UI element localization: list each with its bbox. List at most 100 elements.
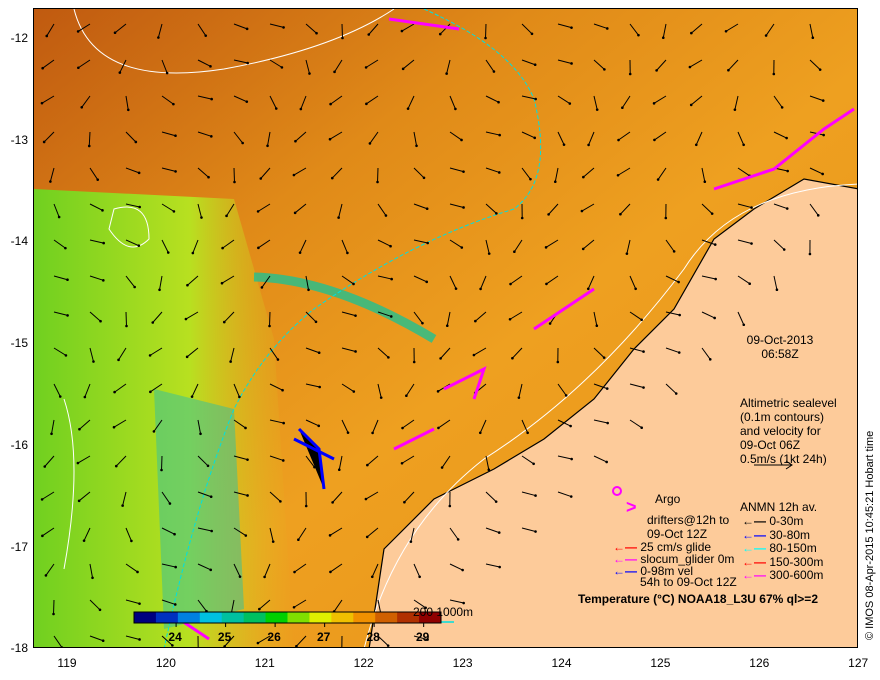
arrow-head: [87, 144, 91, 148]
arrow-head: [405, 394, 408, 398]
arrow-head: [293, 570, 296, 574]
arrow-head: [43, 465, 47, 468]
colorbar-segment: [265, 612, 288, 623]
arrow-head: [425, 280, 429, 284]
arrow-head: [570, 457, 573, 461]
arrow-head: [279, 500, 282, 503]
altimetry-note: Altimetric sealevel (0.1m contours) and ve…: [740, 396, 837, 466]
arrow-head: [191, 251, 195, 255]
arrow-head: [268, 324, 271, 328]
arrow-head: [50, 432, 53, 436]
arrow-head: [462, 170, 465, 173]
arrow-head: [462, 601, 465, 605]
arrow-head: [694, 143, 698, 147]
arrow-head: [568, 102, 572, 105]
arrow-head: [461, 568, 464, 572]
arrow-head: [207, 175, 210, 179]
legend-label: 0-30m: [769, 514, 804, 528]
arrow-head: [821, 99, 825, 102]
arrow-head: [750, 206, 753, 209]
arrow-head: [330, 176, 334, 180]
colorbar-tick-label: 28: [366, 630, 380, 644]
arrow-head: [82, 539, 86, 542]
arrow-head: [282, 26, 285, 29]
arrow-head: [337, 468, 341, 472]
arrow-head: [775, 288, 779, 291]
arrow-head: [785, 136, 788, 140]
arrow-head: [586, 287, 590, 291]
arrow-head: [742, 143, 745, 147]
arrow-head: [52, 612, 55, 616]
arrow-head: [619, 212, 622, 216]
arrow-head: [811, 36, 815, 40]
colorbar-segment: [155, 612, 179, 623]
arrow-head: [478, 431, 482, 435]
arrow-head: [308, 72, 311, 75]
arrow-head: [384, 214, 388, 217]
arrow-head: [462, 206, 465, 209]
arrow-head: [653, 138, 656, 142]
arrow-head: [173, 603, 177, 606]
map-canvas: [34, 9, 857, 647]
legend-label: 150-300m: [769, 554, 824, 569]
arrow-head: [152, 430, 156, 433]
arrow-head: [569, 424, 572, 428]
arrow-head: [40, 101, 44, 105]
arrow-head: [210, 97, 213, 101]
arrow-head: [352, 390, 356, 393]
arrow-head: [498, 565, 501, 569]
arrow-head: [171, 644, 174, 647]
arrow-head: [664, 216, 668, 220]
arrow-head: [508, 317, 512, 321]
arrow-head: [513, 250, 516, 254]
arrow-head: [371, 431, 374, 435]
arrow-head: [229, 360, 232, 363]
arrow-head: [299, 107, 303, 111]
arrow-head: [99, 319, 102, 323]
colorbar-segment: [221, 612, 245, 623]
lon-label: 124: [551, 656, 572, 670]
arrow-head: [204, 34, 208, 37]
arrow-head: [246, 458, 249, 461]
arrow-head: [158, 288, 161, 292]
arrow-head: [526, 431, 529, 435]
arrow-head: [570, 62, 573, 65]
arrow-head: [509, 282, 512, 286]
arrow-head: [672, 250, 676, 253]
colorbar-tick-label: 26: [267, 630, 281, 644]
arrow-head: [245, 100, 249, 103]
arrow-head: [151, 321, 155, 324]
arrow-head: [426, 241, 429, 245]
arrow-head: [412, 360, 416, 364]
arrow-head: [76, 461, 80, 465]
arrow-head: [533, 136, 537, 140]
arrow-head: [780, 106, 784, 109]
arrow-head: [113, 31, 117, 35]
arrow-head: [713, 316, 716, 320]
colorbar-segment: [243, 612, 267, 623]
arrow-head: [199, 432, 202, 436]
arrow-head: [445, 72, 448, 75]
arrow-head: [137, 244, 141, 247]
arrow-head: [346, 251, 349, 255]
arrow-head: [134, 140, 138, 144]
arrow-head: [479, 287, 482, 291]
arrow-head: [445, 324, 449, 328]
arrow-head: [102, 241, 105, 245]
arrow-head: [727, 68, 730, 72]
arrow-head: [118, 71, 122, 74]
arrow-head: [172, 210, 176, 213]
arrow-head: [66, 278, 69, 282]
arrow-head: [656, 178, 660, 181]
arrow-head: [401, 426, 404, 430]
arrow-head: [281, 459, 285, 462]
arrow-head: [233, 180, 236, 184]
arrow-icon: ←—: [742, 568, 766, 582]
arrow-head: [365, 535, 369, 539]
legend-label: 80-150m: [769, 541, 817, 555]
arrow-head: [460, 246, 464, 249]
arrow-head: [714, 277, 717, 281]
arrow-head: [329, 102, 332, 106]
arrow-icon: ←—: [742, 541, 766, 555]
arrow-head: [605, 27, 609, 30]
